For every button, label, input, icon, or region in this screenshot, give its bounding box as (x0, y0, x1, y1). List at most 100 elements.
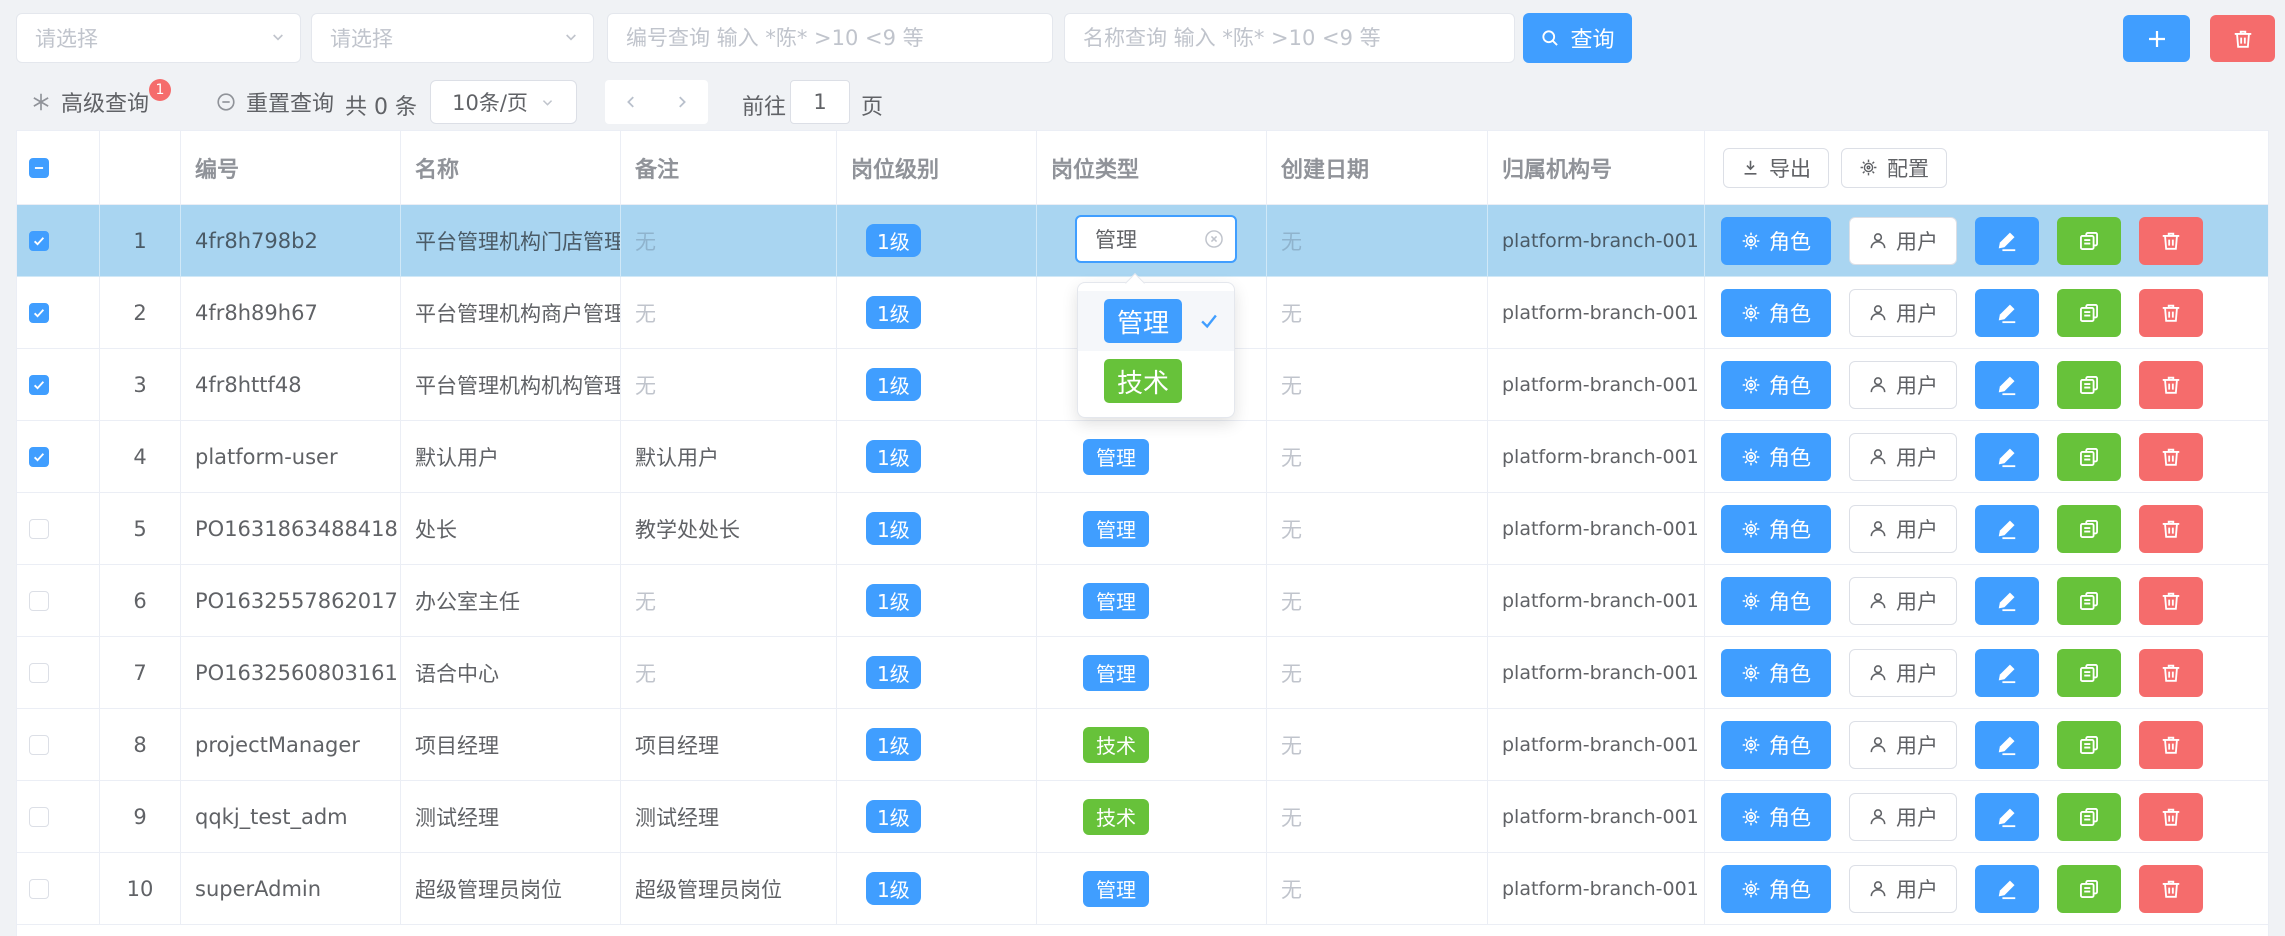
row-index: 4 (100, 421, 181, 493)
copy-icon (2078, 230, 2100, 252)
add-button[interactable] (2123, 15, 2190, 62)
role-button[interactable]: 角色 (1721, 217, 1831, 265)
config-label: 配置 (1887, 153, 1929, 183)
edit-button[interactable] (1975, 721, 2039, 769)
delete-row-button[interactable] (2139, 361, 2203, 409)
row-checkbox[interactable] (29, 591, 49, 611)
delete-row-button[interactable] (2139, 865, 2203, 913)
filter-select-2[interactable]: 请选择 (311, 13, 594, 63)
page-size-select[interactable]: 10条/页 (430, 80, 577, 124)
edit-button[interactable] (1975, 649, 2039, 697)
row-checkbox[interactable] (29, 375, 49, 395)
level-tag: 1级 (866, 440, 921, 473)
code-search-input[interactable] (607, 13, 1053, 63)
dropdown-option[interactable]: 技术 (1078, 351, 1234, 411)
clear-icon[interactable] (1203, 228, 1225, 250)
edit-button[interactable] (1975, 289, 2039, 337)
trash-icon (2160, 590, 2182, 612)
role-button[interactable]: 角色 (1721, 649, 1831, 697)
filter-select-1[interactable]: 请选择 (16, 13, 301, 63)
copy-button[interactable] (2057, 793, 2121, 841)
copy-button[interactable] (2057, 721, 2121, 769)
row-checkbox[interactable] (29, 447, 49, 467)
reset-query-button[interactable]: 重置查询 (215, 86, 334, 118)
delete-row-button[interactable] (2139, 649, 2203, 697)
select-all-checkbox[interactable] (29, 158, 49, 178)
row-index: 5 (100, 493, 181, 565)
delete-row-button[interactable] (2139, 793, 2203, 841)
export-button[interactable]: 导出 (1723, 148, 1829, 188)
user-button[interactable]: 用户 (1849, 721, 1957, 769)
edit-button[interactable] (1975, 217, 2039, 265)
edit-button[interactable] (1975, 793, 2039, 841)
next-page-button[interactable] (673, 93, 691, 111)
role-button-label: 角色 (1769, 514, 1811, 544)
option-tag: 管理 (1104, 299, 1182, 343)
role-button[interactable]: 角色 (1721, 505, 1831, 553)
role-button[interactable]: 角色 (1721, 793, 1831, 841)
copy-button[interactable] (2057, 505, 2121, 553)
user-button[interactable]: 用户 (1849, 361, 1957, 409)
edit-button[interactable] (1975, 505, 2039, 553)
goto-page-input[interactable] (790, 80, 850, 124)
level-tag: 1级 (866, 656, 921, 689)
copy-button[interactable] (2057, 577, 2121, 625)
row-checkbox[interactable] (29, 879, 49, 899)
type-tag: 技术 (1083, 727, 1149, 763)
table-row: 6 PO16325578620171... 办公室主任 无 1级 管理 无 pl… (17, 565, 2268, 637)
role-button[interactable]: 角色 (1721, 361, 1831, 409)
delete-row-button[interactable] (2139, 721, 2203, 769)
copy-button[interactable] (2057, 361, 2121, 409)
role-button[interactable]: 角色 (1721, 289, 1831, 337)
row-checkbox[interactable] (29, 303, 49, 323)
user-button[interactable]: 用户 (1849, 217, 1957, 265)
copy-button[interactable] (2057, 217, 2121, 265)
delete-row-button[interactable] (2139, 505, 2203, 553)
role-button[interactable]: 角色 (1721, 721, 1831, 769)
user-button[interactable]: 用户 (1849, 505, 1957, 553)
trash-icon (2160, 374, 2182, 396)
position-name: 默认用户 (401, 421, 621, 493)
delete-row-button[interactable] (2139, 217, 2203, 265)
edit-button[interactable] (1975, 865, 2039, 913)
row-checkbox[interactable] (29, 519, 49, 539)
batch-delete-button[interactable] (2210, 15, 2275, 62)
user-button[interactable]: 用户 (1849, 433, 1957, 481)
user-button[interactable]: 用户 (1849, 577, 1957, 625)
row-checkbox[interactable] (29, 807, 49, 827)
role-button-label: 角色 (1769, 226, 1811, 256)
delete-row-button[interactable] (2139, 577, 2203, 625)
search-button[interactable]: 查询 (1523, 13, 1632, 63)
edit-button[interactable] (1975, 433, 2039, 481)
prev-page-button[interactable] (622, 93, 640, 111)
type-tag: 管理 (1083, 511, 1149, 547)
config-button[interactable]: 配置 (1841, 148, 1947, 188)
user-button[interactable]: 用户 (1849, 793, 1957, 841)
user-button[interactable]: 用户 (1849, 649, 1957, 697)
pencil-icon (1996, 302, 2018, 324)
copy-button[interactable] (2057, 289, 2121, 337)
role-button[interactable]: 角色 (1721, 865, 1831, 913)
row-index: 9 (100, 781, 181, 853)
advanced-query-button[interactable]: 高级查询 (30, 86, 149, 118)
name-search-input[interactable] (1064, 13, 1515, 63)
row-checkbox[interactable] (29, 663, 49, 683)
created-date: 无 (1267, 277, 1488, 349)
copy-icon (2078, 590, 2100, 612)
user-button[interactable]: 用户 (1849, 865, 1957, 913)
copy-button[interactable] (2057, 433, 2121, 481)
row-checkbox[interactable] (29, 735, 49, 755)
type-editor-select[interactable]: 管理 (1075, 215, 1237, 263)
dropdown-option[interactable]: 管理 (1078, 291, 1234, 351)
user-button[interactable]: 用户 (1849, 289, 1957, 337)
person-icon (1868, 591, 1888, 611)
copy-button[interactable] (2057, 649, 2121, 697)
delete-row-button[interactable] (2139, 433, 2203, 481)
row-checkbox[interactable] (29, 231, 49, 251)
role-button[interactable]: 角色 (1721, 577, 1831, 625)
edit-button[interactable] (1975, 577, 2039, 625)
edit-button[interactable] (1975, 361, 2039, 409)
copy-button[interactable] (2057, 865, 2121, 913)
role-button[interactable]: 角色 (1721, 433, 1831, 481)
delete-row-button[interactable] (2139, 289, 2203, 337)
